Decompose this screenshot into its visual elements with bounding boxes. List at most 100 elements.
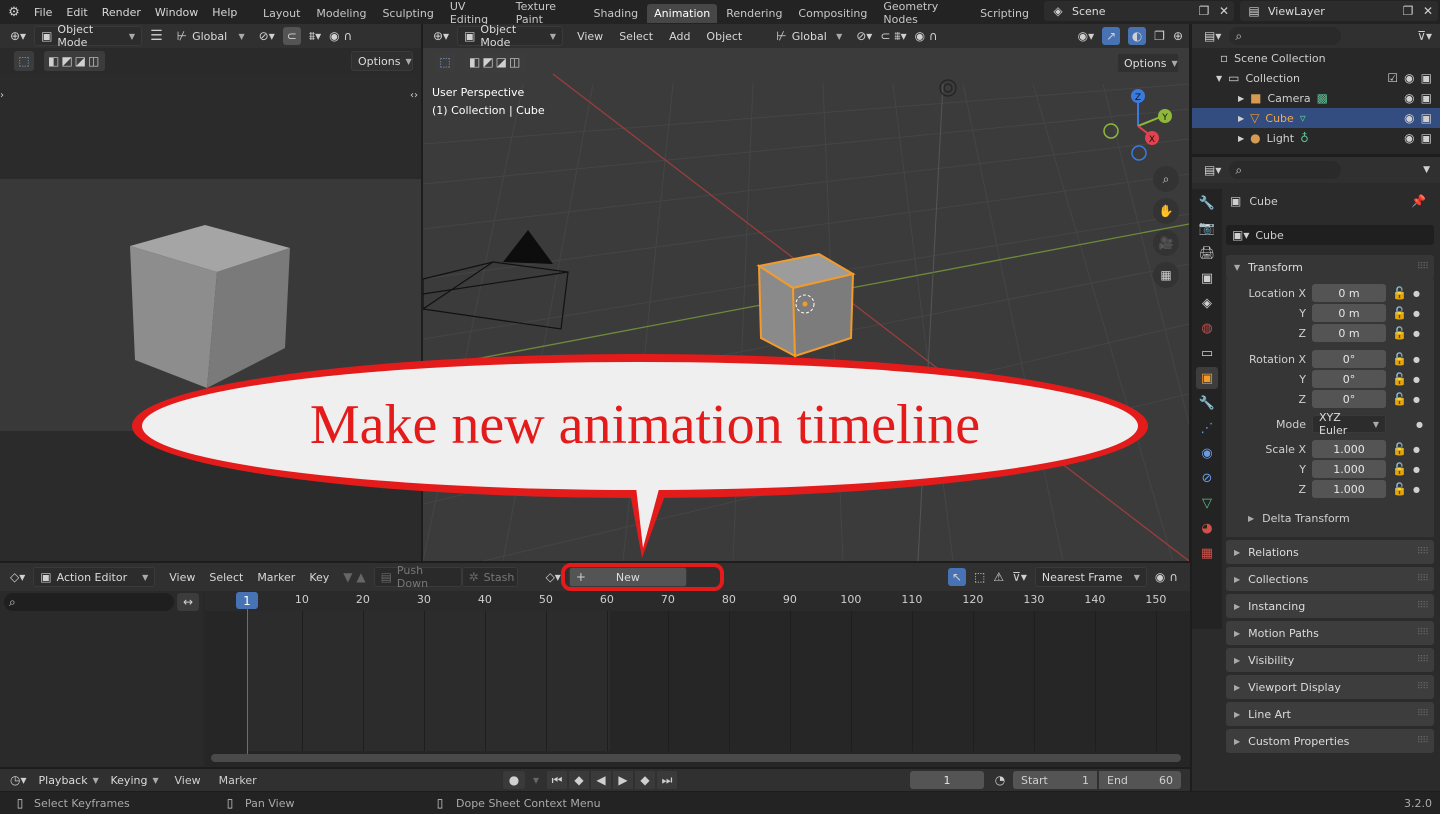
filter-icon[interactable]: ⊽▾: [1417, 29, 1432, 43]
navigation-gizmo[interactable]: Z Y X: [1103, 86, 1173, 166]
lock-icon[interactable]: 🔓: [1392, 442, 1407, 456]
lock-icon[interactable]: 🔓: [1392, 462, 1407, 476]
outliner-item-light[interactable]: ▶ ● Light ♁ ◉ ▣: [1192, 128, 1440, 148]
lock-icon[interactable]: 🔓: [1392, 286, 1407, 300]
keyframe-dot-icon[interactable]: ●: [1413, 465, 1420, 474]
menu-help[interactable]: Help: [206, 6, 243, 19]
editor-type-icon[interactable]: ⊕▾: [10, 29, 26, 43]
timeline-editor-icon[interactable]: ◷▾: [10, 773, 27, 787]
modifier-tab-icon[interactable]: 🔧: [1196, 392, 1218, 414]
rotation-mode-dropdown[interactable]: XYZ Euler ▼: [1312, 411, 1386, 437]
keyframe-region[interactable]: 10 20 30 40 50 60 70 80 90 100 110 120 130 140 150 1: [205, 591, 1190, 767]
pivot-icon[interactable]: ⊘▾: [856, 29, 872, 43]
location-y-field[interactable]: 0 m: [1312, 304, 1386, 322]
transform-panel-header[interactable]: ▼ Transform ⠿⠿: [1226, 255, 1434, 279]
keyframe-dot-icon[interactable]: ●: [1413, 485, 1420, 494]
scale-y-field[interactable]: 1.000: [1312, 460, 1386, 478]
properties-search[interactable]: ⌕: [1229, 161, 1342, 179]
tab-sculpting[interactable]: Sculpting: [375, 4, 440, 23]
keyframe-dot-icon[interactable]: ●: [1416, 420, 1423, 429]
eye-icon[interactable]: ◉: [1404, 71, 1414, 85]
playback-dropdown[interactable]: Playback ▼: [33, 770, 99, 790]
record-icon[interactable]: ●: [503, 771, 525, 789]
render-camera-icon[interactable]: ▣: [1421, 131, 1432, 145]
lock-icon[interactable]: 🔓: [1392, 326, 1407, 340]
rotation-z-field[interactable]: 0°: [1312, 390, 1386, 408]
particles-tab-icon[interactable]: ⋰: [1196, 417, 1218, 439]
menu-file[interactable]: File: [28, 6, 58, 19]
line-art-panel[interactable]: ▶ Line Art ⠿⠿: [1226, 702, 1434, 726]
output-tab-icon[interactable]: 🖨: [1196, 242, 1218, 264]
tab-texture-paint[interactable]: Texture Paint: [509, 2, 585, 24]
render-camera-icon[interactable]: ▣: [1421, 91, 1432, 105]
keyframe-dot-icon[interactable]: ●: [1413, 289, 1420, 298]
tab-shading[interactable]: Shading: [586, 4, 645, 23]
collapse-icon[interactable]: ‹›: [410, 90, 418, 101]
scene-tab-icon[interactable]: ◈: [1196, 292, 1218, 314]
stopwatch-icon[interactable]: ◔: [990, 771, 1010, 789]
outliner-item-camera[interactable]: ▶ ■ Camera ▩ ◉ ▣: [1192, 88, 1440, 108]
select-box-icon[interactable]: ⬚: [435, 52, 455, 72]
shading-wire-icon[interactable]: ⊕: [1173, 29, 1183, 43]
copy-icon[interactable]: ❐: [1194, 4, 1214, 18]
editor-type-icon[interactable]: ▤▾: [1204, 29, 1221, 43]
expand-icon[interactable]: ▼: [1216, 74, 1222, 83]
jump-start-icon[interactable]: ⏮: [547, 771, 567, 789]
select-mode-icons[interactable]: ◧◩◪◫: [465, 52, 527, 72]
lock-icon[interactable]: 🔓: [1392, 306, 1407, 320]
object-mode-dropdown[interactable]: ▣ Object Mode ▼: [34, 23, 143, 49]
tab-uv-editing[interactable]: UV Editing: [443, 2, 507, 24]
location-x-field[interactable]: 0 m: [1312, 284, 1386, 302]
expand-icon[interactable]: ▶: [1238, 114, 1244, 123]
overlay-icon[interactable]: ◐: [1128, 27, 1147, 45]
tab-animation[interactable]: Animation: [647, 3, 718, 23]
constraints-tab-icon[interactable]: ⊘: [1196, 467, 1218, 489]
keyframe-dot-icon[interactable]: ●: [1413, 445, 1420, 454]
tab-compositing[interactable]: Compositing: [791, 4, 874, 23]
outliner-scene-collection[interactable]: ▫ Scene Collection: [1192, 48, 1440, 68]
prev-keyframe-icon[interactable]: ◆: [569, 771, 589, 789]
eye-icon[interactable]: ◉: [1404, 131, 1414, 145]
orientation-dropdown[interactable]: ⊬ Global ▼: [171, 26, 251, 46]
scale-z-field[interactable]: 1.000: [1312, 480, 1386, 498]
data-tab-icon[interactable]: ▽: [1196, 492, 1218, 514]
expand-icon[interactable]: ▶: [1238, 134, 1244, 143]
current-frame-indicator[interactable]: 1: [236, 592, 258, 609]
swap-icon[interactable]: ↔: [177, 593, 199, 611]
world-tab-icon[interactable]: ◍: [1196, 317, 1218, 339]
proportional-icon[interactable]: ◉ ∩: [329, 29, 352, 43]
material-tab-icon[interactable]: ◕: [1196, 517, 1218, 539]
pivot-icon[interactable]: ⊘▾: [259, 29, 275, 43]
scene-selector[interactable]: ◈ Scene ❐ ✕: [1044, 1, 1234, 21]
lock-icon[interactable]: 🔓: [1392, 372, 1407, 386]
snap-icon[interactable]: ⊂ ⩩▾: [880, 29, 906, 44]
snap-target-icon[interactable]: ⩩▾: [309, 29, 321, 44]
orientation-dropdown[interactable]: ⊬ Global ▼: [770, 26, 848, 46]
jump-end-icon[interactable]: ⏭: [657, 771, 677, 789]
custom-properties-panel[interactable]: ▶ Custom Properties ⠿⠿: [1226, 729, 1434, 753]
close-icon[interactable]: ✕: [1214, 4, 1234, 18]
close-icon[interactable]: ✕: [1418, 4, 1438, 18]
expand-left-icon[interactable]: ›: [0, 90, 4, 101]
rotation-y-field[interactable]: 0°: [1312, 370, 1386, 388]
options-dropdown[interactable]: Options ▼: [351, 51, 413, 71]
outliner-search[interactable]: ⌕: [1229, 27, 1342, 45]
channel-search[interactable]: ⌕: [4, 593, 174, 611]
pin-icon[interactable]: 📌: [1411, 194, 1426, 208]
view-layer-tab-icon[interactable]: ▣: [1196, 267, 1218, 289]
selected-cube[interactable]: [755, 252, 859, 362]
keyframe-dot-icon[interactable]: ●: [1413, 375, 1420, 384]
tab-rendering[interactable]: Rendering: [719, 4, 789, 23]
xray-icon[interactable]: ❐: [1154, 29, 1165, 43]
menu-icon[interactable]: ☰: [150, 28, 163, 44]
render-tab-icon[interactable]: 📷: [1196, 217, 1218, 239]
tab-geometry-nodes[interactable]: Geometry Nodes: [876, 2, 971, 24]
expand-icon[interactable]: ▶: [1238, 94, 1244, 103]
view-layer-selector[interactable]: ▤ ViewLayer ❐ ✕: [1240, 1, 1438, 21]
copy-icon[interactable]: ❐: [1398, 4, 1418, 18]
collection-tab-icon[interactable]: ▭: [1196, 342, 1218, 364]
proportional-icon[interactable]: ◉ ∩: [915, 29, 938, 43]
menu-object[interactable]: Object: [700, 30, 748, 43]
motion-paths-panel[interactable]: ▶ Motion Paths ⠿⠿: [1226, 621, 1434, 645]
start-frame-field[interactable]: Start 1: [1013, 771, 1097, 789]
